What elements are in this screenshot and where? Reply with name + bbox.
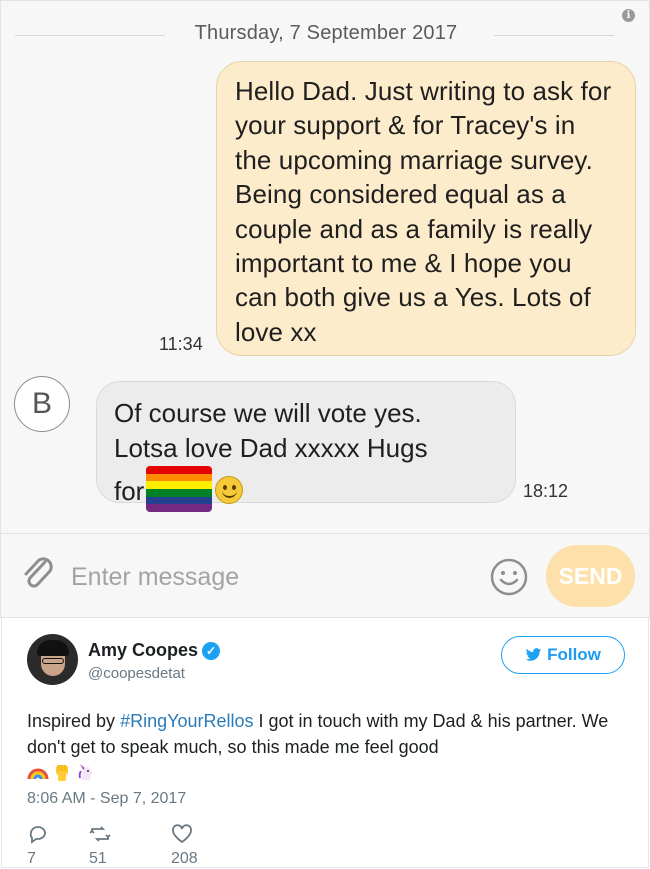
follow-button[interactable]: Follow	[501, 636, 625, 674]
rainbow-icon	[27, 768, 49, 780]
contact-avatar[interactable]: B	[14, 376, 70, 432]
author-avatar[interactable]	[27, 634, 78, 685]
outgoing-message-text: Hello Dad. Just writing to ask for your …	[235, 76, 612, 347]
incoming-message-bubble[interactable]: Of course we will vote yes. Lotsa love D…	[96, 381, 516, 512]
twitter-bird-icon	[525, 648, 542, 661]
retweet-count: 51	[89, 850, 107, 867]
avatar-hair	[37, 640, 69, 656]
divider-line	[494, 35, 614, 36]
verified-badge-icon: ✓	[202, 642, 221, 660]
incoming-line-3: for	[114, 476, 145, 506]
outgoing-message-bubble[interactable]: Hello Dad. Just writing to ask for your …	[216, 61, 636, 356]
outgoing-message-time: 11:34	[159, 334, 203, 354]
date-divider: Thursday, 7 September 2017	[1, 19, 650, 49]
tweet-card: Amy Coopes ✓ @coopesdetat Follow Inspired…	[1, 618, 649, 868]
hashtag-link[interactable]: #RingYourRellos	[120, 711, 253, 731]
reply-icon	[29, 826, 46, 844]
reply-action[interactable]: 7	[27, 823, 47, 867]
tweet-text-before: Inspired by	[27, 711, 121, 731]
message-input[interactable]	[71, 561, 471, 593]
compose-divider	[1, 533, 650, 534]
raised-fist-icon	[56, 765, 68, 781]
author-name-text: Amy Coopes	[88, 640, 199, 660]
tweet-timestamp[interactable]: 8:06 AM - Sep 7, 2017	[27, 790, 186, 808]
author-name[interactable]: Amy Coopes ✓	[88, 640, 221, 661]
attach-paperclip-icon[interactable]	[21, 554, 57, 594]
rainbow-flag-icon	[146, 466, 213, 512]
follow-label: Follow	[547, 645, 601, 664]
reply-count: 7	[27, 850, 36, 867]
unicorn-icon	[78, 764, 92, 780]
date-label: Thursday, 7 September 2017	[194, 22, 458, 44]
retweet-icon	[89, 826, 111, 842]
incoming-line-2: Lotsa love Dad xxxxx Hugs	[114, 433, 428, 463]
retweet-action[interactable]: 51	[89, 823, 111, 867]
like-action[interactable]: 208	[171, 823, 198, 867]
incoming-message-text: Of course we will vote yes. Lotsa love D…	[114, 396, 498, 512]
emoji-picker-icon[interactable]	[489, 557, 529, 597]
author-handle[interactable]: @coopesdetat	[88, 665, 185, 682]
tweet-text: Inspired by #RingYourRellos I got in tou…	[27, 708, 627, 786]
incoming-line-1: Of course we will vote yes.	[114, 398, 422, 428]
sms-conversation: Thursday, 7 September 2017 i Hello Dad. …	[0, 0, 650, 618]
like-count: 208	[171, 850, 198, 867]
incoming-message-time: 18:12	[523, 481, 569, 501]
heart-icon	[172, 824, 192, 844]
info-icon[interactable]: i	[622, 9, 635, 22]
avatar-glasses	[42, 658, 64, 664]
smiling-face-icon	[215, 476, 244, 504]
send-button[interactable]: SEND	[546, 545, 635, 607]
